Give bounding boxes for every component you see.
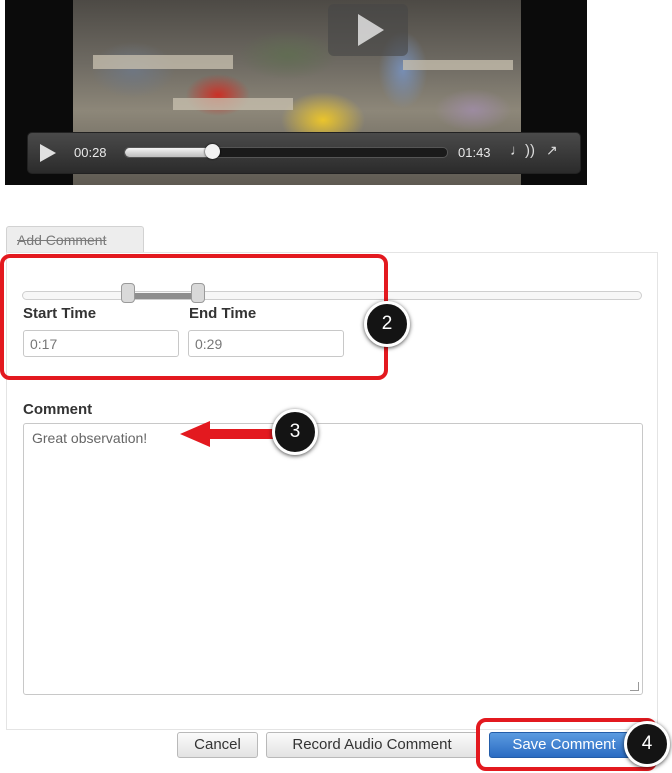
current-time: 00:28 [74, 145, 107, 160]
highlight-time-range [0, 254, 388, 380]
cancel-button[interactable]: Cancel [177, 732, 258, 758]
tab-label: Add Comment [17, 232, 107, 248]
resize-grip-icon[interactable] [630, 682, 639, 691]
seek-progress [125, 148, 212, 157]
step-badge-3: 3 [272, 409, 318, 455]
seek-handle[interactable] [204, 144, 220, 159]
video-player[interactable]: 00:28 01:43 ♩)) ↗ [5, 0, 587, 185]
record-audio-comment-button[interactable]: Record Audio Comment [266, 732, 478, 758]
arrow-icon [180, 421, 210, 447]
fullscreen-icon[interactable]: ↗ [546, 142, 558, 159]
tab-add-comment[interactable]: Add Comment [6, 226, 144, 252]
comment-textarea[interactable]: Great observation! [23, 423, 643, 695]
big-play-icon[interactable] [328, 4, 408, 56]
play-icon[interactable] [40, 144, 56, 162]
video-controls: 00:28 01:43 ♩)) ↗ [27, 132, 581, 174]
arrow-shaft [208, 429, 274, 439]
duration: 01:43 [458, 145, 491, 160]
step-badge-4: 4 [624, 721, 670, 767]
seek-bar[interactable] [124, 144, 448, 159]
volume-icon[interactable]: ♩)) [510, 142, 535, 159]
comment-text: Great observation! [32, 430, 148, 446]
step-badge-2: 2 [364, 301, 410, 347]
comment-label: Comment [23, 401, 93, 418]
